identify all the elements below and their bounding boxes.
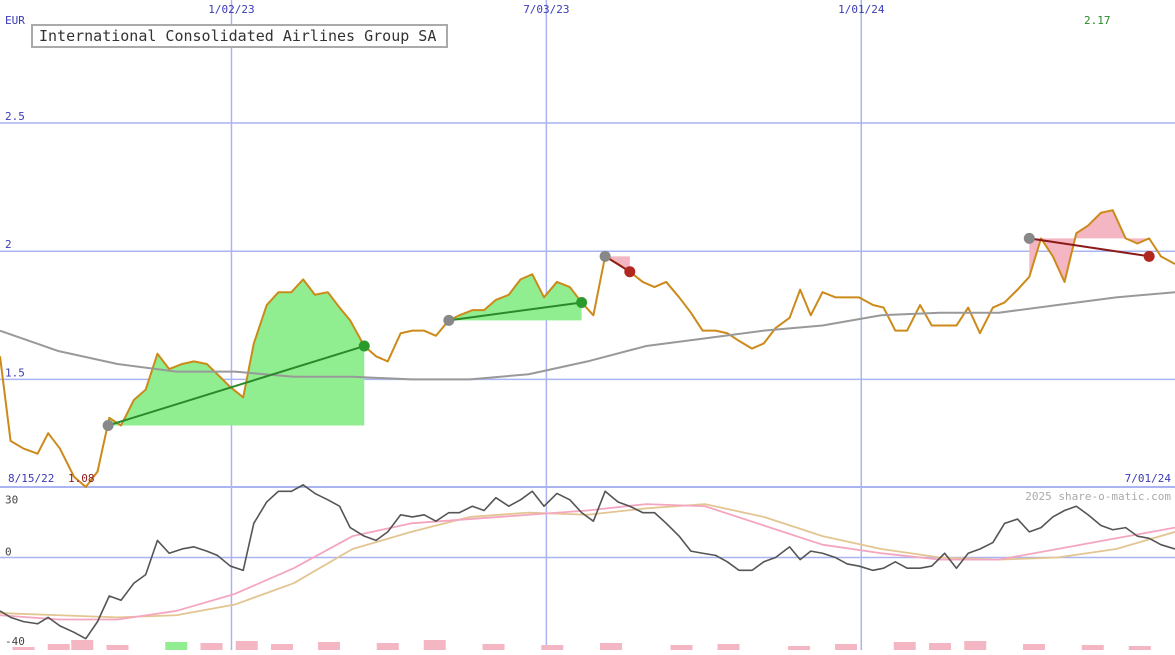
trade-exit-marker: [1143, 250, 1155, 262]
trade-entry-marker: [1023, 232, 1035, 244]
volume-bar: [376, 643, 399, 650]
label-layer: EUR 8/15/22 7/01/24 1.08 2.17 2025 share…: [5, 3, 1171, 648]
volume-bar: [271, 644, 293, 650]
volume-bar: [1081, 645, 1104, 650]
title-box: International Consolidated Airlines Grou…: [31, 24, 448, 48]
trade-entry-marker: [599, 250, 611, 262]
volume-bar: [106, 645, 129, 650]
volume-bar: [541, 645, 564, 650]
chart-title: International Consolidated Airlines Grou…: [39, 27, 436, 45]
volume-bar: [835, 644, 857, 650]
volume-bar: [788, 646, 810, 650]
volume-bar: [929, 643, 951, 650]
date-tick-label: 7/03/23: [523, 3, 569, 16]
date-tick-label: 1/02/23: [208, 3, 254, 16]
price-tick-label: 1.5: [5, 366, 25, 379]
currency-label: EUR: [5, 14, 25, 27]
trade-fill-layer: [12, 210, 1151, 650]
volume-bar: [482, 644, 505, 650]
volume-bar: [318, 642, 340, 650]
volume-bar: [1023, 644, 1045, 650]
fast-average-line: [0, 503, 1175, 621]
oscillator-tick-label: 0: [5, 546, 12, 559]
gain-trade-fill: [108, 279, 365, 426]
trade-entry-marker: [102, 419, 114, 431]
chart-root: EUR 8/15/22 7/01/24 1.08 2.17 2025 share…: [0, 0, 1175, 650]
max-price-label: 2.17: [1084, 14, 1111, 27]
min-price-label: 1.08: [68, 472, 95, 485]
trade-entry-marker: [443, 314, 455, 326]
volume-bar: [165, 642, 188, 650]
stock-chart: EUR 8/15/22 7/01/24 1.08 2.17 2025 share…: [0, 0, 1175, 650]
oscillator-tick-label: -40: [5, 635, 25, 648]
grid-layer: [0, 0, 1175, 650]
credit-label: 2025 share-o-matic.com: [1025, 490, 1171, 503]
volume-bar: [235, 641, 258, 650]
volume-bar: [200, 643, 223, 650]
price-tick-label: 2: [5, 238, 12, 251]
volume-bar: [1128, 646, 1151, 650]
volume-bar: [71, 640, 94, 650]
trade-exit-marker: [358, 340, 370, 352]
volume-bar: [893, 642, 916, 650]
trade-exit-marker: [624, 266, 636, 278]
trade-exit-marker: [576, 296, 588, 308]
volume-bar: [47, 644, 70, 650]
gain-trade-fill: [448, 274, 582, 321]
volume-bar: [670, 645, 693, 650]
volume-bar: [717, 644, 740, 650]
price-tick-label: 2.5: [5, 110, 25, 123]
start-date-label: 8/15/22: [8, 472, 54, 485]
oscillator-tick-label: 30: [5, 493, 18, 506]
slow-average-line: [0, 503, 1175, 619]
volume-bar: [423, 640, 446, 650]
date-tick-label: 1/01/24: [838, 3, 885, 16]
volume-bar: [600, 643, 622, 650]
end-date-label: 7/01/24: [1125, 472, 1172, 485]
volume-bar: [964, 641, 987, 650]
